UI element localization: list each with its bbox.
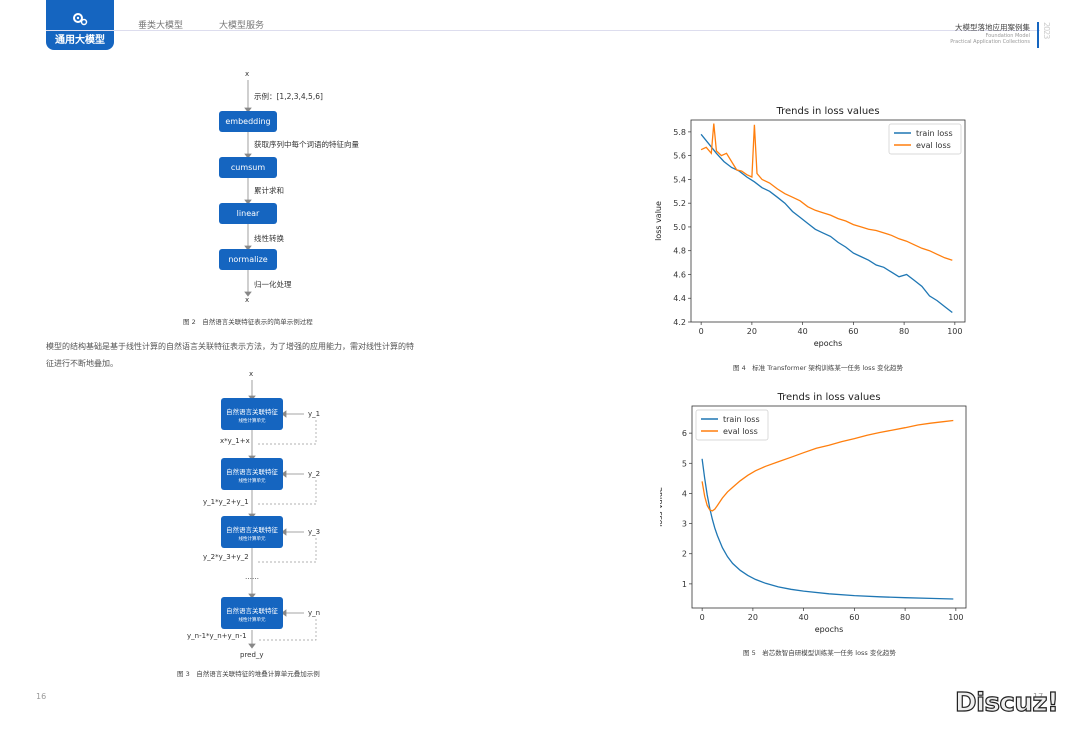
header-divider [46,30,1040,31]
y-tick-label: 5.0 [673,223,686,232]
fig3-side-y1: y_1 [308,410,321,418]
tab-label: 通用大模型 [55,35,105,46]
tab-general-model[interactable]: 通用大模型 [46,0,114,50]
x-tick-label: 60 [849,613,859,622]
paragraph-line-2: 征进行不断地叠加。 [46,359,118,368]
normalize-box: normalize [219,249,277,270]
x-tick-label: 80 [900,613,910,622]
fig2-note-example: 示例：[1,2,3,4,5,6] [254,92,323,101]
x-tick-label: 20 [747,327,757,336]
unit-subtitle: 线性计算单元 [238,618,266,623]
linear-unit-1: 自然语言关联特征 线性计算单元 [221,398,283,430]
series-line-train [700,133,953,314]
figure5-caption: 图 5 岩芯数智自研模型训练某一任务 loss 变化趋势 [743,649,896,657]
unit-subtitle: 线性计算单元 [238,419,266,424]
brand-subtitle-2: Practical Application Collections [950,39,1030,45]
brand-bar [1037,22,1039,48]
y-tick-label: 6 [682,429,687,438]
x-tick-label: 40 [799,613,809,622]
legend-label: train loss [916,129,953,138]
y-tick-label: 3 [682,520,687,529]
y-axis-label: loss value [660,487,664,527]
fig3-mid-2: y_1*y_2+y_1 [203,498,249,506]
fig2-note-1: 获取序列中每个词语的特征向量 [254,140,359,149]
unit-title: 自然语言关联特征 [226,607,278,615]
x-tick-label: 0 [700,613,705,622]
fig3-output: pred_y [240,651,264,659]
fig2-input-x: x [245,70,250,78]
fig3-input-x: x [249,370,254,378]
figure2-caption: 图 2 自然语言关联特征表示的简单示例过程 [183,318,313,326]
unit-title: 自然语言关联特征 [226,408,278,416]
page-number-left: 16 [36,692,47,701]
y-tick-label: 5.2 [673,199,686,208]
fig2-note-4: 归一化处理 [254,280,292,289]
series-line-train [701,458,954,600]
y-tick-label: 4.8 [673,247,686,256]
x-axis-label: epochs [814,339,843,348]
linear-box: linear [219,203,277,224]
x-tick-label: 60 [848,327,858,336]
y-tick-label: 5.4 [673,175,686,184]
loss-chart-custom-model: Trends in loss values 0 20 40 60 80 100 1 2 3 4 5 6 e… [660,392,967,634]
chart-title: Trends in loss values [776,392,880,403]
y-tick-label: 5.8 [673,128,686,137]
x-tick-label: 80 [899,327,909,336]
embedding-box: embedding [219,111,277,132]
unit-subtitle: 线性计算单元 [238,537,266,542]
chart-title: Trends in loss values [775,106,879,117]
y-axis-label: loss value [655,201,663,241]
y-tick-label: 4 [682,489,687,498]
fig3-side-y2: y_2 [308,470,321,478]
gear-icon [73,13,88,26]
watermark-logo: Discuz! [954,687,1059,718]
y-tick-label: 5 [682,459,687,468]
unit-title: 自然语言关联特征 [226,526,278,534]
fig2-note-3: 线性转换 [254,234,284,243]
x-tick-label: 100 [948,613,963,622]
brand-title: 大模型落地应用案例集 [955,23,1030,32]
fig3-mid-n: y_n-1*y_n+y_n-1 [187,632,247,640]
x-tick-label: 100 [947,327,962,336]
x-tick-label: 0 [699,327,704,336]
x-tick-label: 20 [748,613,758,622]
cumsum-box: cumsum [219,157,277,178]
figure3-caption: 图 3 自然语言关联特征的堆叠计算单元叠加示例 [177,670,320,678]
x-tick-label: 40 [798,327,808,336]
fig2-note-2: 累计求和 [254,186,284,195]
linear-unit-2: 自然语言关联特征 线性计算单元 [221,458,283,490]
fig3-ellipsis: …… [245,573,259,581]
x-axis-label: epochs [815,625,844,634]
fig3-side-yn: y_n [308,609,321,617]
linear-unit-3: 自然语言关联特征 线性计算单元 [221,516,283,548]
y-tick-label: 4.6 [673,270,686,279]
paragraph-line-1: 模型的结构基础是基于线性计算的自然语言关联特征表示方法，为了增强的应用能力，需对… [46,342,414,351]
fig3-mid-3: y_2*y_3+y_2 [203,553,249,561]
fig2-output-x: x [245,296,250,304]
legend-label: eval loss [916,141,951,150]
legend-label: eval loss [723,427,758,436]
fig3-mid-1: x*y_1+x [220,437,250,445]
unit-title: 自然语言关联特征 [226,468,278,476]
legend-label: train loss [723,415,760,424]
y-tick-label: 1 [682,580,687,589]
y-tick-label: 4.2 [673,318,686,327]
unit-subtitle: 线性计算单元 [238,479,266,484]
brand-block: 大模型落地应用案例集 Foundation Model Practical Ap… [950,22,1030,45]
y-tick-label: 5.6 [673,152,686,161]
y-tick-label: 4.4 [673,294,686,303]
figure4-caption: 图 4 标准 Transformer 架构训练某一任务 loss 变化趋势 [733,364,904,372]
loss-chart-transformer: Trends in loss values 0 20 40 60 80 100 4.2 4.4 4… [655,106,966,348]
linear-unit-n: 自然语言关联特征 线性计算单元 [221,597,283,629]
y-tick-label: 2 [682,550,687,559]
fig3-side-y3: y_3 [308,528,321,536]
brand-year: 2023 [1042,22,1051,39]
